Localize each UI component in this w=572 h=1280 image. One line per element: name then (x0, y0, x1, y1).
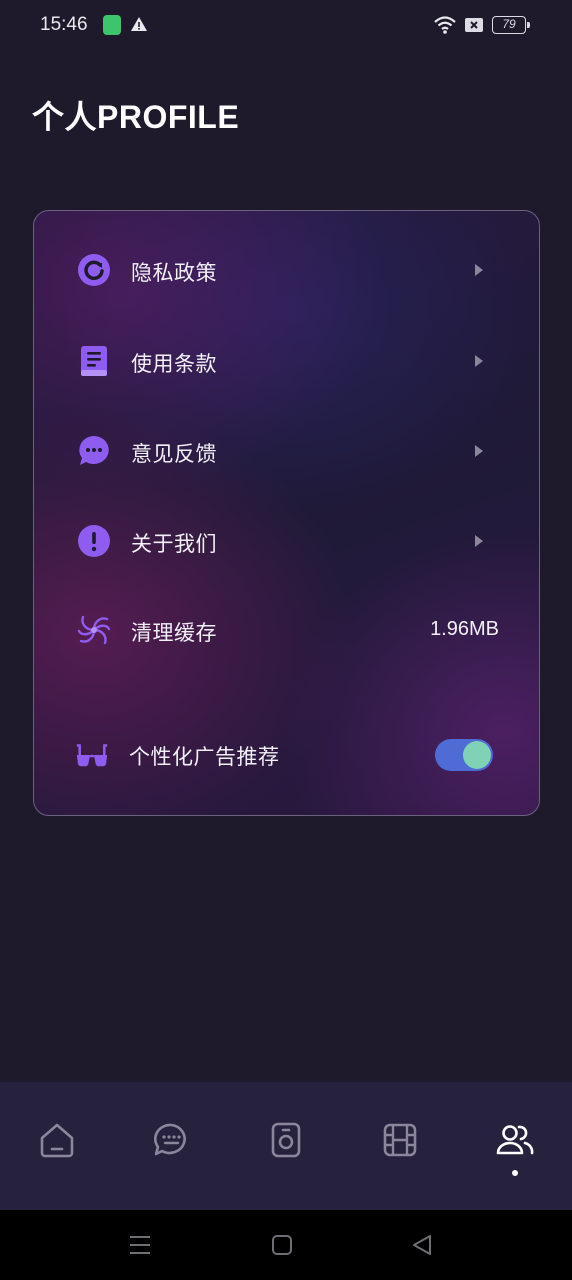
warning-icon (130, 16, 148, 36)
menu-item-label: 隐私政策 (131, 261, 217, 285)
nav-messages[interactable] (151, 1120, 191, 1160)
chevron-right-icon (475, 264, 483, 276)
profile-icon (496, 1125, 534, 1155)
cache-size-value: 1.96MB (430, 618, 499, 640)
info-alert-icon (78, 525, 110, 557)
wifi-icon (433, 15, 457, 39)
status-time: 15:46 (40, 14, 88, 35)
chevron-right-icon (475, 445, 483, 457)
home-icon (40, 1123, 74, 1158)
message-icon (154, 1123, 186, 1156)
chevron-right-icon (475, 355, 483, 367)
settings-card: 隐私政策 使用条款 意见反馈 关于我们 清理缓存 1.96MB 个性化广告推荐 (33, 210, 540, 816)
glasses-icon (76, 744, 108, 767)
nav-profile[interactable] (495, 1120, 535, 1160)
refresh-circle-icon (78, 254, 110, 286)
page-title: 个人PROFILE (32, 99, 240, 135)
status-bar: 15:46 79 (0, 0, 572, 52)
book-icon (81, 346, 107, 376)
menu-item-clear-cache[interactable]: 清理缓存 1.96MB (34, 601, 539, 661)
chat-bubble-icon (79, 436, 109, 465)
app-notification-icon (103, 15, 121, 35)
menu-item-label: 清理缓存 (131, 621, 217, 645)
film-icon (383, 1123, 417, 1157)
system-nav-bar (0, 1210, 572, 1280)
menu-item-label: 关于我们 (131, 532, 217, 556)
nav-home[interactable] (37, 1120, 77, 1160)
menu-item-label: 使用条款 (131, 352, 217, 376)
home-square-icon[interactable] (271, 1234, 293, 1260)
camera-icon (271, 1122, 301, 1158)
back-icon[interactable] (411, 1234, 433, 1260)
active-tab-indicator (512, 1170, 518, 1176)
sim-x-icon (464, 17, 484, 37)
toggle-knob (463, 741, 491, 769)
nav-camera[interactable] (266, 1120, 306, 1160)
nav-film[interactable] (380, 1120, 420, 1160)
battery-icon: 79 (492, 16, 530, 34)
chevron-right-icon (475, 535, 483, 547)
menu-item-about-us[interactable]: 关于我们 (34, 512, 539, 572)
menu-item-label: 个性化广告推荐 (129, 745, 280, 769)
menu-item-feedback[interactable]: 意见反馈 (34, 422, 539, 482)
bottom-nav (0, 1082, 572, 1210)
personalized-ads-toggle[interactable] (435, 739, 493, 771)
menu-item-label: 意见反馈 (131, 442, 217, 466)
menu-item-privacy-policy[interactable]: 隐私政策 (34, 241, 539, 301)
menu-icon[interactable] (128, 1234, 152, 1260)
menu-item-personalized-ads: 个性化广告推荐 (34, 725, 539, 785)
vortex-icon (77, 615, 111, 645)
menu-item-terms-of-use[interactable]: 使用条款 (34, 332, 539, 392)
